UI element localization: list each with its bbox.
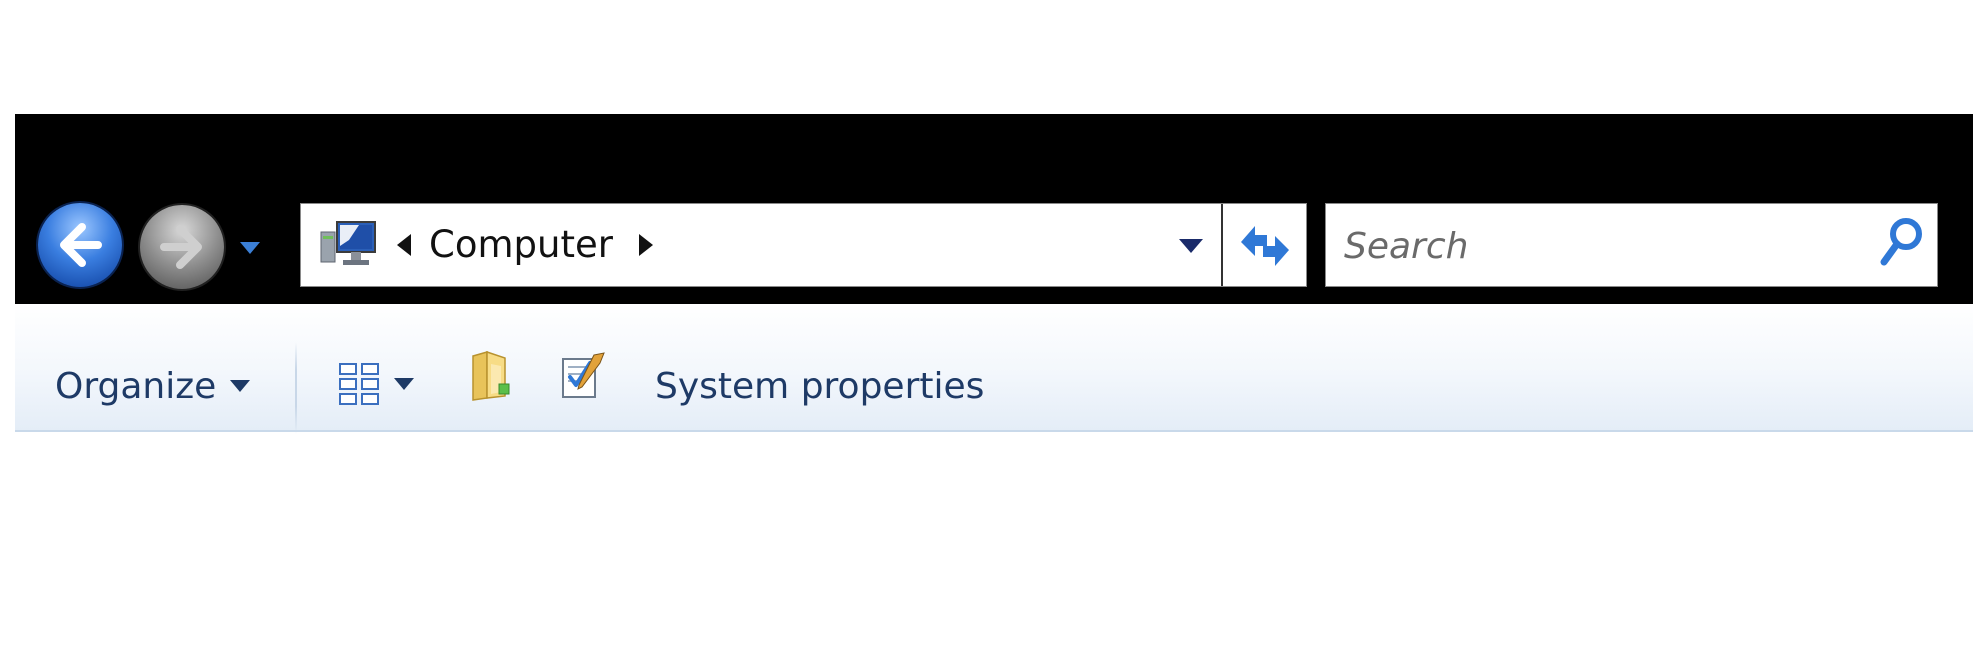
toolbar-separator bbox=[295, 342, 297, 434]
address-separator bbox=[1221, 204, 1223, 286]
address-bar[interactable]: Computer bbox=[300, 203, 1307, 287]
address-history-dropdown[interactable] bbox=[1179, 239, 1203, 253]
system-properties-label: System properties bbox=[655, 365, 985, 407]
command-toolbar: Organize System properties bbox=[15, 304, 1973, 434]
views-icon bbox=[339, 363, 379, 405]
chevron-down-icon bbox=[230, 380, 251, 392]
address-location[interactable]: Computer bbox=[429, 220, 613, 270]
forward-button[interactable] bbox=[140, 205, 224, 289]
system-properties-button[interactable]: System properties bbox=[655, 356, 984, 416]
forward-arrow-icon bbox=[160, 225, 202, 269]
chevron-down-icon bbox=[240, 242, 260, 254]
search-box[interactable] bbox=[1325, 203, 1938, 287]
chevron-down-icon bbox=[394, 378, 414, 390]
new-folder-icon bbox=[472, 350, 510, 401]
caret-right-icon[interactable] bbox=[639, 234, 653, 256]
computer-icon bbox=[320, 221, 376, 265]
properties-button[interactable] bbox=[560, 346, 606, 406]
new-folder-button[interactable] bbox=[469, 346, 513, 406]
search-input[interactable] bbox=[1344, 220, 1864, 272]
organize-label: Organize bbox=[55, 365, 217, 407]
back-button[interactable] bbox=[38, 203, 122, 287]
back-arrow-icon bbox=[60, 223, 102, 267]
refresh-icon[interactable] bbox=[1237, 222, 1293, 270]
properties-icon bbox=[562, 352, 605, 398]
recent-pages-dropdown[interactable] bbox=[240, 242, 260, 254]
change-view-button[interactable] bbox=[338, 354, 414, 414]
caret-left-icon[interactable] bbox=[397, 234, 411, 256]
chevron-down-icon bbox=[1179, 239, 1203, 253]
organize-button[interactable]: Organize bbox=[55, 356, 251, 416]
search-icon[interactable] bbox=[1878, 216, 1926, 268]
